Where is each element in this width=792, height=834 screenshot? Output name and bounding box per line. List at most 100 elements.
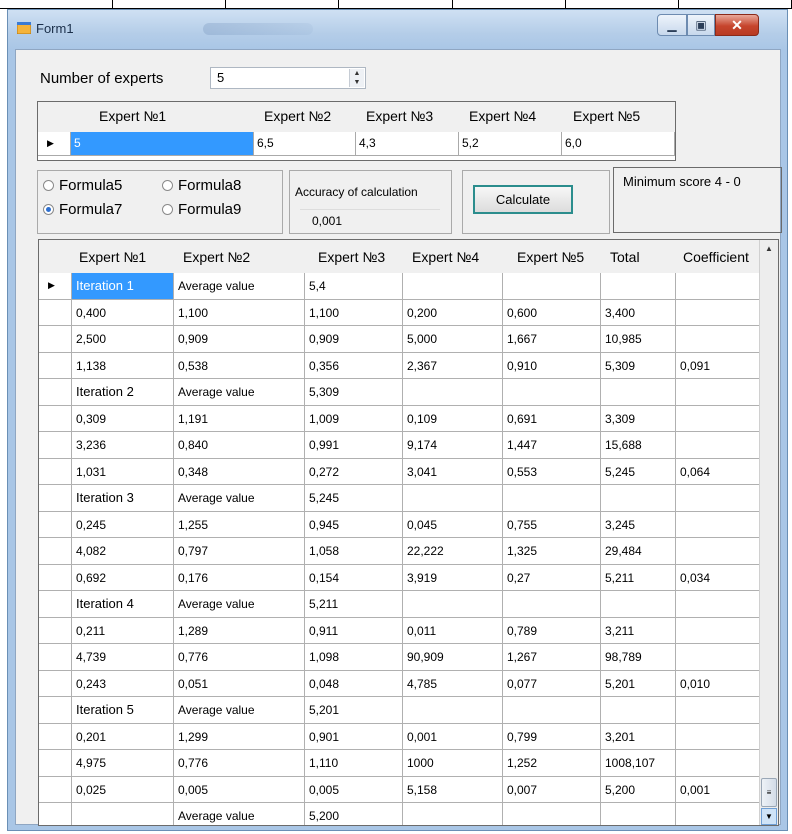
table-cell[interactable] <box>676 299 762 326</box>
table-cell[interactable] <box>676 511 762 538</box>
table-cell[interactable]: 29,484 <box>601 538 676 565</box>
table-cell[interactable] <box>503 697 601 724</box>
maximize-button[interactable]: ▣ <box>687 14 715 36</box>
table-cell[interactable]: 5,200 <box>601 776 676 803</box>
table-cell[interactable] <box>503 273 601 300</box>
row-header-cell[interactable] <box>39 273 72 300</box>
row-header-cell[interactable] <box>39 591 72 618</box>
table-cell[interactable] <box>676 617 762 644</box>
table-cell[interactable] <box>503 485 601 512</box>
table-cell[interactable] <box>601 803 676 825</box>
table-row[interactable]: 3,236 0,840 0,991 9,174 1,447 15,688 <box>39 432 762 459</box>
table-cell[interactable]: 0,776 <box>174 644 305 671</box>
table-cell[interactable]: 1,009 <box>305 405 403 432</box>
table-cell[interactable]: 3,211 <box>601 617 676 644</box>
table-cell[interactable]: 0,309 <box>72 405 174 432</box>
table-row[interactable]: Iteration 5 Average value 5,201 <box>39 697 762 724</box>
row-header-cell[interactable] <box>39 326 72 353</box>
table-cell[interactable]: Iteration 4 <box>72 591 174 618</box>
table-cell[interactable]: 1,110 <box>305 750 403 777</box>
row-header-cell[interactable] <box>39 723 72 750</box>
table-cell[interactable] <box>503 379 601 406</box>
table-cell[interactable]: 10,985 <box>601 326 676 353</box>
table-cell[interactable]: Iteration 3 <box>72 485 174 512</box>
table-cell[interactable] <box>676 273 762 300</box>
table-cell[interactable]: 1000 <box>403 750 503 777</box>
table-cell[interactable]: 90,909 <box>403 644 503 671</box>
table-cell[interactable]: 5,200 <box>305 803 403 825</box>
table-cell[interactable] <box>403 379 503 406</box>
table-cell[interactable]: 0,538 <box>174 352 305 379</box>
table-cell[interactable]: 0,001 <box>676 776 762 803</box>
table-cell[interactable]: 0,034 <box>676 564 762 591</box>
table-row[interactable]: 1,031 0,348 0,272 3,041 0,553 5,245 0,064 <box>39 458 762 485</box>
table-cell[interactable]: 0,909 <box>305 326 403 353</box>
table-row[interactable]: Average value 5,200 <box>39 803 762 825</box>
table-cell[interactable] <box>403 803 503 825</box>
table-cell[interactable]: 0,840 <box>174 432 305 459</box>
table-cell[interactable]: 0,600 <box>503 299 601 326</box>
table-cell[interactable] <box>601 591 676 618</box>
table-cell[interactable] <box>676 379 762 406</box>
table-cell[interactable]: 0,776 <box>174 750 305 777</box>
table-cell[interactable]: 0,010 <box>676 670 762 697</box>
table-cell[interactable]: 0,789 <box>503 617 601 644</box>
estimate-cell[interactable]: 5,2 <box>459 132 562 156</box>
table-cell[interactable]: 15,688 <box>601 432 676 459</box>
table-cell[interactable]: Average value <box>174 803 305 825</box>
table-cell[interactable]: 1,100 <box>305 299 403 326</box>
experts-count-input[interactable]: 5 ▲ ▼ <box>210 67 366 89</box>
table-cell[interactable]: 3,245 <box>601 511 676 538</box>
table-cell[interactable] <box>72 803 174 825</box>
table-cell[interactable]: 5,309 <box>601 352 676 379</box>
table-cell[interactable]: 0,051 <box>174 670 305 697</box>
table-cell[interactable]: 5,201 <box>305 697 403 724</box>
table-cell[interactable] <box>676 723 762 750</box>
table-row[interactable]: 0,309 1,191 1,009 0,109 0,691 3,309 <box>39 405 762 432</box>
row-header-cell[interactable] <box>39 538 72 565</box>
row-header-cell[interactable] <box>39 776 72 803</box>
row-header-cell[interactable] <box>39 564 72 591</box>
formula7-radio[interactable]: Formula7 <box>43 201 122 218</box>
row-header-cell[interactable] <box>39 405 72 432</box>
table-cell[interactable] <box>601 379 676 406</box>
table-cell[interactable]: 1008,107 <box>601 750 676 777</box>
table-cell[interactable]: 0,755 <box>503 511 601 538</box>
table-cell[interactable]: 9,174 <box>403 432 503 459</box>
table-cell[interactable] <box>403 591 503 618</box>
table-cell[interactable]: 22,222 <box>403 538 503 565</box>
table-cell[interactable]: 5,4 <box>305 273 403 300</box>
table-cell[interactable] <box>676 405 762 432</box>
table-cell[interactable]: 0,005 <box>174 776 305 803</box>
table-cell[interactable]: 5,245 <box>305 485 403 512</box>
row-header-cell[interactable] <box>39 458 72 485</box>
table-cell[interactable]: 0,901 <box>305 723 403 750</box>
table-cell[interactable]: 0,001 <box>403 723 503 750</box>
table-cell[interactable]: 3,309 <box>601 405 676 432</box>
scroll-down-icon[interactable]: ▼ <box>761 808 777 825</box>
table-cell[interactable] <box>676 326 762 353</box>
table-cell[interactable]: 0,348 <box>174 458 305 485</box>
table-cell[interactable]: 2,367 <box>403 352 503 379</box>
row-header-cell[interactable] <box>39 803 72 825</box>
row-header-cell[interactable] <box>39 432 72 459</box>
table-cell[interactable] <box>403 273 503 300</box>
table-cell[interactable]: 1,325 <box>503 538 601 565</box>
formula5-radio[interactable]: Formula5 <box>43 177 122 194</box>
table-cell[interactable]: 0,176 <box>174 564 305 591</box>
table-cell[interactable]: 0,27 <box>503 564 601 591</box>
scroll-thumb[interactable]: ≡ <box>761 778 777 807</box>
table-cell[interactable]: 0,910 <box>503 352 601 379</box>
estimate-cell[interactable]: 6,5 <box>254 132 356 156</box>
row-header-cell[interactable] <box>39 644 72 671</box>
table-cell[interactable]: 0,911 <box>305 617 403 644</box>
minimize-button[interactable]: ▁ <box>657 14 687 36</box>
table-cell[interactable]: 1,031 <box>72 458 174 485</box>
estimate-cell[interactable]: 6,0 <box>562 132 675 156</box>
table-row[interactable]: Iteration 2 Average value 5,309 <box>39 379 762 406</box>
table-cell[interactable]: 0,400 <box>72 299 174 326</box>
table-cell[interactable]: 1,299 <box>174 723 305 750</box>
row-header-cell[interactable] <box>39 299 72 326</box>
table-cell[interactable]: 5,158 <box>403 776 503 803</box>
table-cell[interactable]: 3,041 <box>403 458 503 485</box>
